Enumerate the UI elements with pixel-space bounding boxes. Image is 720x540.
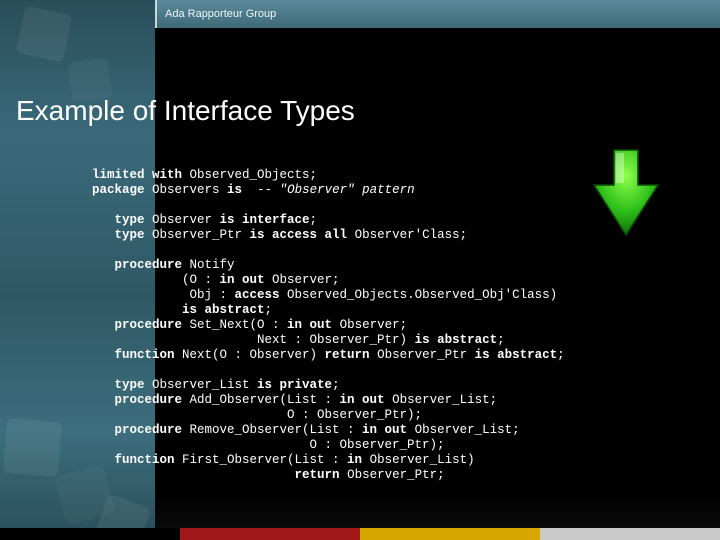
- footer-stripe-black: [0, 528, 180, 540]
- footer-dark-band: [155, 490, 720, 528]
- header-group-label: Ada Rapporteur Group: [165, 8, 276, 20]
- footer-stripes: [0, 528, 720, 540]
- kw-package: package: [92, 183, 145, 197]
- slide: Ada Rapporteur Group Example of Interfac…: [0, 0, 720, 540]
- slide-title: Example of Interface Types: [16, 95, 355, 127]
- header-bar: Ada Rapporteur Group: [155, 0, 720, 28]
- footer-stripe-grey: [540, 528, 720, 540]
- footer-stripe-red: [180, 528, 360, 540]
- footer-stripe-gold: [360, 528, 540, 540]
- code-block: limited with Observed_Objects; package O…: [92, 168, 700, 483]
- comment: -- "Observer" pattern: [257, 183, 415, 197]
- kw-limited-with: limited with: [92, 168, 182, 182]
